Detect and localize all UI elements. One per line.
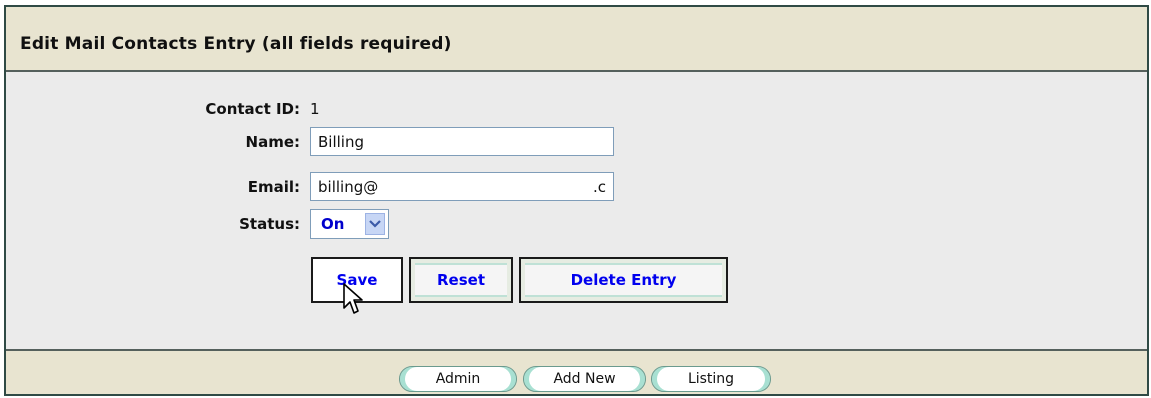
panel-header: Edit Mail Contacts Entry (all fields req… [6, 7, 1147, 72]
contact-id-value: 1 [310, 100, 320, 118]
email-value: billing@ [318, 177, 379, 196]
name-input[interactable] [310, 127, 614, 156]
page-title: Edit Mail Contacts Entry (all fields req… [20, 34, 452, 54]
status-select[interactable]: On [310, 209, 389, 239]
email-value-tail: .c [592, 177, 606, 196]
reset-button-label: Reset [415, 263, 507, 297]
mouse-pointer-icon [343, 283, 363, 314]
status-label: Status: [239, 215, 300, 233]
name-label: Name: [245, 133, 300, 151]
email-label: Email: [247, 178, 300, 196]
listing-link-button[interactable]: Listing [651, 366, 771, 392]
edit-form: Contact ID: 1 Name: Email: billing@ .c S… [6, 72, 1147, 349]
delete-entry-button[interactable]: Delete Entry [519, 257, 728, 303]
admin-link-button[interactable]: Admin [399, 366, 517, 392]
footer-nav: Admin Add New Listing [6, 349, 1147, 394]
email-input[interactable]: billing@ .c [310, 172, 614, 201]
chevron-down-icon [369, 220, 381, 228]
delete-entry-button-label: Delete Entry [525, 263, 722, 297]
reset-button[interactable]: Reset [409, 257, 513, 303]
dropdown-arrow-button[interactable] [365, 213, 385, 235]
status-select-value: On [321, 215, 345, 233]
add-new-link-button[interactable]: Add New [523, 366, 646, 392]
edit-contact-panel: Edit Mail Contacts Entry (all fields req… [4, 5, 1149, 396]
contact-id-label: Contact ID: [205, 100, 300, 118]
